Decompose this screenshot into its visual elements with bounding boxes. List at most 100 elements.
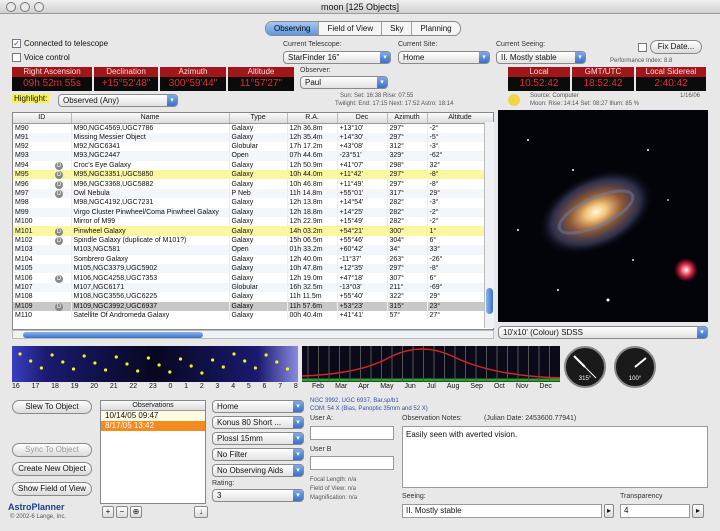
table-row[interactable]: M107 M107,NGC6171 Globular 16h 32.5m -13°03'…	[13, 282, 493, 293]
duplicate-observation-button[interactable]: ⊕	[130, 506, 142, 518]
object-name: M93,NGC2447	[71, 151, 230, 161]
object-id: M107	[13, 282, 72, 293]
table-header: ID Name Type R.A. Dec Azimuth Altitude	[13, 113, 493, 124]
zoom-window-button[interactable]	[34, 2, 44, 12]
month-labels: Feb Mar Apr May Jun Jul Aug Sep Oct Nov Dec	[312, 383, 552, 390]
column-header[interactable]: Name	[71, 113, 230, 124]
vertical-scroll-thumb[interactable]	[486, 288, 493, 314]
highlight-select[interactable]: Observed (Any)	[58, 94, 178, 107]
observation-item[interactable]: 10/14/05 09:47	[101, 411, 205, 421]
table-row[interactable]: M99 Virgo Cluster Pinwheel/Coma Pinwheel …	[13, 207, 493, 218]
observing-aids-select[interactable]: No Observing Aids	[212, 464, 304, 477]
object-name: Owl Nebula	[71, 188, 230, 199]
object-id: M91	[13, 132, 72, 142]
seeing-field[interactable]: II. Mostly stable	[402, 504, 602, 518]
rating-select[interactable]: 3	[212, 489, 304, 502]
object-dec: +14°25'	[337, 207, 388, 218]
month-label: May	[380, 383, 394, 390]
transparency-field[interactable]: 4	[620, 504, 690, 518]
month-label: Mar	[335, 383, 348, 390]
observer-select[interactable]: Paul	[300, 76, 388, 89]
image-source-select[interactable]: 10'x10' (Colour) SDSS	[498, 326, 708, 339]
observation-notes-field[interactable]: Easily seen with averted vision.	[402, 426, 708, 488]
site-equipment-select[interactable]: Home	[212, 400, 304, 413]
hour-label: 2	[199, 383, 204, 390]
column-header[interactable]: ID	[13, 113, 72, 124]
object-ra: 07h 44.6m	[287, 151, 338, 161]
object-ra: 12h 35.4m	[287, 132, 338, 142]
filter-select[interactable]: No Filter	[212, 448, 304, 461]
remove-observation-button[interactable]: −	[116, 506, 128, 518]
table-vertical-scrollbar[interactable]	[484, 122, 494, 328]
deep-sky-icon: D	[55, 161, 63, 170]
table-row[interactable]: M90 M90,NGC4569,UGC7786 Galaxy 12h 36.8m +13…	[13, 123, 493, 133]
table-row[interactable]: M106 D M106,NGC4258,UGC7353 Galaxy 12h 19.0m…	[13, 273, 493, 283]
table-row[interactable]: M94 D Croc's Eye Galaxy Galaxy 12h 50.9m +41°…	[13, 160, 493, 171]
table-row[interactable]: M108 M108,NGC3556,UGC6225 Galaxy 11h 11.5m +…	[13, 292, 493, 302]
slew-to-object-button[interactable]: Slew To Object	[12, 400, 92, 414]
object-dec: -11°37'	[337, 254, 388, 264]
column-header[interactable]: Type	[229, 113, 288, 124]
tab-sky[interactable]: Sky	[382, 22, 413, 35]
table-horizontal-scrollbar[interactable]	[12, 330, 494, 339]
column-header[interactable]: Azimuth	[387, 113, 428, 124]
seeing-menu-button[interactable]: ▸	[604, 504, 614, 518]
column-header[interactable]: R.A.	[287, 113, 338, 124]
object-name: M105,NGC3379,UGC5902	[71, 263, 230, 274]
object-name: M90,NGC4569,UGC7786	[71, 123, 230, 133]
object-name: M109,NGC3992,UGC6937	[71, 301, 230, 311]
performance-index: Performance Index: 8.8	[610, 58, 673, 64]
add-observation-button[interactable]: +	[102, 506, 114, 518]
object-ra: 16h 32.5m	[287, 282, 338, 293]
seeing-select[interactable]: II. Mostly stable	[496, 51, 586, 64]
sync-to-object-button[interactable]: Sync To Object	[12, 443, 92, 457]
tab-field-of-view[interactable]: Field of View	[319, 22, 383, 35]
create-new-object-button[interactable]: Create New Object	[12, 462, 92, 476]
seeing-bottom-label: Seeing:	[402, 493, 426, 500]
visibility-dot	[114, 355, 118, 359]
site-select[interactable]: Home	[398, 51, 490, 64]
table-row[interactable]: M103 M103,NGC581 Open 01h 33.2m +60°42' 34° 33…	[13, 245, 493, 255]
table-row[interactable]: M109 D M109,NGC3992,UGC6937 Galaxy 11h 57.6m…	[13, 301, 493, 311]
user-a-field[interactable]	[310, 426, 394, 440]
telescope-equipment-select[interactable]: Konus 80 Short ...	[212, 416, 304, 429]
table-row[interactable]: M100 Mirror of M99 Galaxy 12h 22.9m +15°49' 2…	[13, 217, 493, 227]
user-b-field[interactable]	[310, 456, 394, 470]
voice-control-checkbox[interactable]: Voice control	[12, 53, 70, 63]
table-row[interactable]: M95 D M95,NGC3351,UGC5850 Galaxy 10h 44.0m +1…	[13, 170, 493, 180]
eyepiece-select[interactable]: Plossl 15mm	[212, 432, 304, 445]
tab-planning[interactable]: Planning	[412, 22, 459, 35]
object-ra: 12h 36.8m	[287, 123, 338, 133]
tab-observing[interactable]: Observing	[266, 22, 320, 35]
connected-checkbox[interactable]: ✓ Connected to telescope	[12, 39, 108, 49]
table-row[interactable]: M91 Missing Messier Object Galaxy 12h 35.4m…	[13, 132, 493, 142]
table-row[interactable]: M104 Sombrero Galaxy Galaxy 12h 40.0m -11°37…	[13, 254, 493, 264]
month-label: Oct	[493, 383, 505, 390]
close-window-button[interactable]	[6, 2, 16, 12]
telescope-select[interactable]: StarFinder 16"	[283, 51, 391, 64]
object-dec: +14°30'	[337, 132, 388, 142]
object-ra: 11h 11.5m	[287, 292, 338, 302]
table-row[interactable]: M101 D Pinwheel Galaxy Galaxy 14h 03.2m +54°2…	[13, 226, 493, 236]
transparency-menu-button[interactable]: ▸	[692, 504, 704, 518]
table-row[interactable]: M93 M93,NGC2447 Open 07h 44.6m -23°51' 329° -6…	[13, 151, 493, 161]
column-header[interactable]: Dec	[337, 113, 388, 124]
table-row[interactable]: M110 Satellite Of Andromeda Galaxy Galaxy 0…	[13, 310, 493, 321]
fix-date-button[interactable]: Fix Date...	[650, 40, 702, 54]
fix-date-checkbox[interactable]	[638, 43, 647, 52]
visibility-dot	[200, 371, 204, 375]
table-row[interactable]: M98 M98,NGC4192,UGC7231 Galaxy 12h 13.8m +14…	[13, 198, 493, 208]
horizontal-scroll-thumb[interactable]	[23, 332, 203, 338]
minimize-window-button[interactable]	[20, 2, 30, 12]
object-type: Galaxy	[229, 235, 288, 246]
object-dec: +54°21'	[337, 226, 388, 236]
sort-observations-button[interactable]: ↓	[194, 506, 208, 518]
table-row[interactable]: M97 D Owl Nebula P Neb 11h 14.8m +55°01' 317° 2…	[13, 188, 493, 199]
table-row[interactable]: M92 M92,NGC6341 Globular 17h 17.2m +43°08' 31…	[13, 141, 493, 152]
table-row[interactable]: M102 D Spindle Galaxy (duplicate of M101?)…	[13, 235, 493, 246]
table-row[interactable]: M105 M105,NGC3379,UGC5902 Galaxy 10h 47.8m +…	[13, 263, 493, 274]
table-row[interactable]: M96 D M96,NGC3368,UGC5882 Galaxy 10h 46.8m +1…	[13, 179, 493, 189]
show-field-of-view-button[interactable]: Show Field of View	[12, 482, 92, 496]
object-ra: 15h 06.5m	[287, 235, 338, 246]
observation-item[interactable]: 8/17/05 13:42	[101, 421, 205, 431]
